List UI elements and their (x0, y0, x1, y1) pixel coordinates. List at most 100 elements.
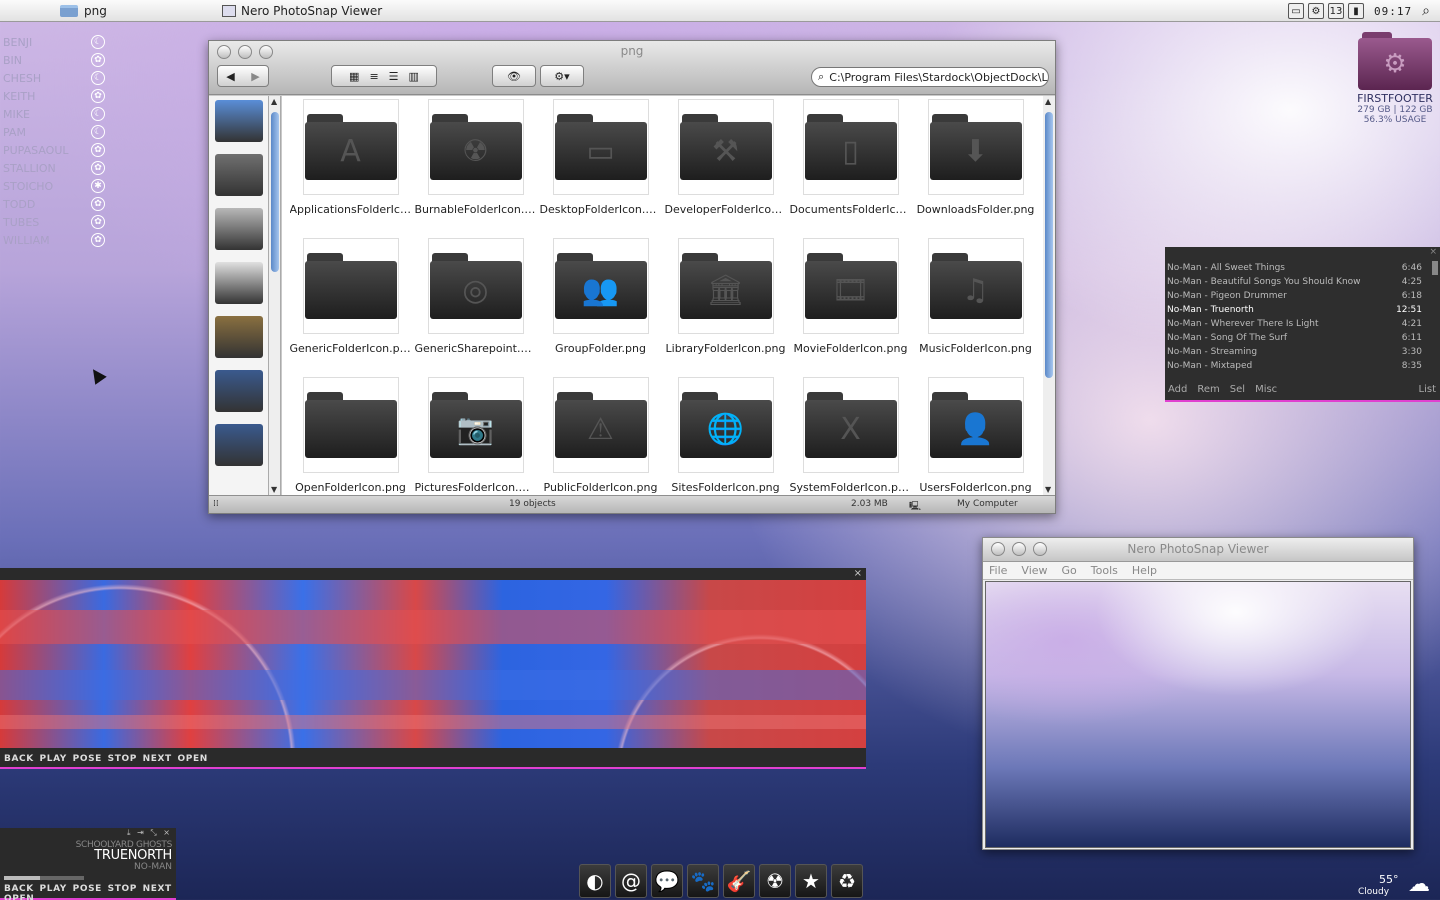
remove-button[interactable]: Rem (1197, 384, 1219, 398)
file-item[interactable]: ▯ DocumentsFolderIcon.p... (788, 99, 913, 238)
select-button[interactable]: Sel (1230, 384, 1245, 398)
menu-tools[interactable]: Tools (1091, 564, 1118, 577)
file-item[interactable]: ⬇ DownloadsFolder.png (913, 99, 1038, 238)
star-icon[interactable]: ★ (795, 864, 827, 898)
buddy-item[interactable]: STALLION ✿ (3, 159, 105, 177)
file-item[interactable]: 👥 GroupFolder.png (538, 238, 663, 377)
scroll-down-icon[interactable]: ▼ (1045, 485, 1051, 494)
forward-arrow-icon[interactable]: ▶ (243, 70, 268, 83)
scroll-thumb[interactable] (271, 112, 279, 272)
scroll-up-icon[interactable]: ▲ (271, 97, 277, 106)
buddy-item[interactable]: TUBES ✿ (3, 213, 105, 231)
file-item[interactable]: ◎ GenericSharepoint.png (413, 238, 538, 377)
music-folder-icon[interactable] (214, 424, 263, 466)
playback-controls[interactable]: BACK PLAY POSE STOP NEXT OPEN (4, 754, 208, 764)
user-folder-icon[interactable] (214, 370, 263, 412)
track-row[interactable]: No-Man - Wherever There Is Light 4:21 (1165, 317, 1440, 331)
window-titlebar[interactable]: Nero PhotoSnap Viewer (983, 538, 1413, 562)
back-forward-buttons[interactable]: ◀ ▶ (217, 65, 269, 87)
file-item[interactable]: ☢ BurnableFolderIcon.png (413, 99, 538, 238)
active-folder-title[interactable]: png (84, 4, 107, 18)
track-row[interactable]: No-Man - Song Of The Surf 6:11 (1165, 331, 1440, 345)
file-item[interactable]: 👤 UsersFolderIcon.png (913, 377, 1038, 495)
buddy-item[interactable]: CHESH ☾ (3, 69, 105, 87)
file-item[interactable]: 🌐 SitesFolderIcon.png (663, 377, 788, 495)
list-view-icon[interactable]: ≡ (369, 70, 378, 83)
buddy-item[interactable]: BIN ✿ (3, 51, 105, 69)
address-bar[interactable]: ⌕ C:\Program Files\Stardock\ObjectDock\L… (811, 67, 1049, 87)
apple-menu-icon[interactable] (14, 2, 34, 20)
coverflow-view-icon[interactable]: ▥ (409, 70, 419, 83)
playback-controls[interactable]: BACK PLAY POSE STOP NEXT OPEN (4, 884, 176, 900)
menu-view[interactable]: View (1021, 564, 1047, 577)
back-arrow-icon[interactable]: ◀ (218, 70, 243, 83)
track-row[interactable]: No-Man - All Sweet Things 6:46 (1165, 261, 1440, 275)
system-preferences-icon[interactable] (214, 154, 263, 196)
track-row[interactable]: No-Man - Truenorth 12:51 (1165, 303, 1440, 317)
gear-icon[interactable]: ⚙ (1308, 3, 1325, 19)
chat-bubble-icon[interactable]: 💬 (651, 864, 683, 898)
main-scrollbar[interactable]: ▲ ▼ (1043, 96, 1055, 495)
buddy-item[interactable]: KEITH ✿ (3, 87, 105, 105)
imac-icon[interactable] (214, 100, 263, 142)
buddy-item[interactable]: STOICHO ✱ (3, 177, 105, 195)
moon-icon[interactable]: ◐ (579, 864, 611, 898)
playlist-scrollbar[interactable] (1432, 261, 1438, 275)
buddy-item[interactable]: TODD ✿ (3, 195, 105, 213)
buddy-item[interactable]: WILLIAM ✿ (3, 231, 105, 249)
file-item[interactable]: 🏛 LibraryFolderIcon.png (663, 238, 788, 377)
buddy-item[interactable]: PUPASAOUL ✿ (3, 141, 105, 159)
paw-icon[interactable]: 🐾 (687, 864, 719, 898)
search-icon[interactable]: ⌕ (1422, 3, 1430, 19)
file-item[interactable]: ♫ MusicFolderIcon.png (913, 238, 1038, 377)
weather-widget[interactable]: 55° Cloudy ☁ (1352, 872, 1440, 900)
burn-folder-icon[interactable] (214, 316, 263, 358)
monitor-icon[interactable]: ▭ (1288, 3, 1305, 19)
recycle-icon[interactable]: ♻ (831, 864, 863, 898)
image-preview[interactable] (985, 581, 1411, 848)
icon-view-icon[interactable]: ▦ (349, 70, 359, 83)
file-item[interactable]: A ApplicationsFolderIcon.... (288, 99, 413, 238)
sidebar-scrollbar[interactable]: ▲ ▼ (269, 96, 281, 495)
resize-grip-icon[interactable]: ⁞⁞ (213, 499, 219, 509)
file-item[interactable]: 📷 PicturesFolderIcon.png (413, 377, 538, 495)
file-item[interactable]: GenericFolderIcon.png (288, 238, 413, 377)
close-icon[interactable]: × (854, 568, 862, 579)
action-menu-button[interactable]: ⚙▾ (540, 65, 584, 87)
window-titlebar[interactable]: png ◀▶ ▦ ≡ ☰ ▥ 👁 ⚙▾ ⌕ C:\Program Files\S… (209, 41, 1055, 95)
buddy-item[interactable]: MIKE ☾ (3, 105, 105, 123)
player-window-controls[interactable]: ⤓ ⇥ ⤡ × (127, 828, 172, 838)
view-mode-buttons[interactable]: ▦ ≡ ☰ ▥ (331, 65, 437, 87)
mail-at-icon[interactable]: @ (615, 864, 647, 898)
menu-help[interactable]: Help (1132, 564, 1157, 577)
progress-bar[interactable] (4, 876, 84, 880)
file-item[interactable]: OpenFolderIcon.png (288, 377, 413, 495)
track-row[interactable]: No-Man - Beautiful Songs You Should Know… (1165, 275, 1440, 289)
scroll-thumb[interactable] (1045, 112, 1053, 378)
dvd-icon[interactable] (214, 262, 263, 304)
menu-go[interactable]: Go (1062, 564, 1077, 577)
file-item[interactable]: ⚠ PublicFolderIcon.png (538, 377, 663, 495)
close-icon[interactable]: × (1429, 247, 1437, 257)
battery-icon[interactable]: ▮ (1348, 3, 1365, 19)
list-button[interactable]: List (1419, 384, 1436, 398)
drive-widget[interactable]: ⚙ FIRSTFOOTER 279 GB | 122 GB 56.3% USAG… (1355, 32, 1435, 125)
file-item[interactable]: ▭ DesktopFolderIcon.png (538, 99, 663, 238)
misc-button[interactable]: Misc (1255, 384, 1277, 398)
scroll-up-icon[interactable]: ▲ (1045, 97, 1051, 106)
file-item[interactable]: X SystemFolderIcon.png (788, 377, 913, 495)
details-view-icon[interactable]: ☰ (389, 70, 399, 83)
guitar-icon[interactable]: 🎸 (723, 864, 755, 898)
file-item[interactable]: ⚒ DeveloperFolderIcon.png (663, 99, 788, 238)
scroll-down-icon[interactable]: ▼ (271, 485, 277, 494)
quicklook-button[interactable]: 👁 (492, 65, 536, 87)
buddy-item[interactable]: PAM ☾ (3, 123, 105, 141)
add-button[interactable]: Add (1168, 384, 1187, 398)
track-row[interactable]: No-Man - Mixtaped 8:35 (1165, 359, 1440, 373)
clock[interactable]: 09:17 (1374, 5, 1412, 18)
active-app[interactable]: Nero PhotoSnap Viewer (222, 4, 382, 18)
hard-drive-icon[interactable] (214, 208, 263, 250)
track-row[interactable]: No-Man - Pigeon Drummer 6:18 (1165, 289, 1440, 303)
file-item[interactable]: 🎞 MovieFolderIcon.png (788, 238, 913, 377)
menu-file[interactable]: File (989, 564, 1007, 577)
